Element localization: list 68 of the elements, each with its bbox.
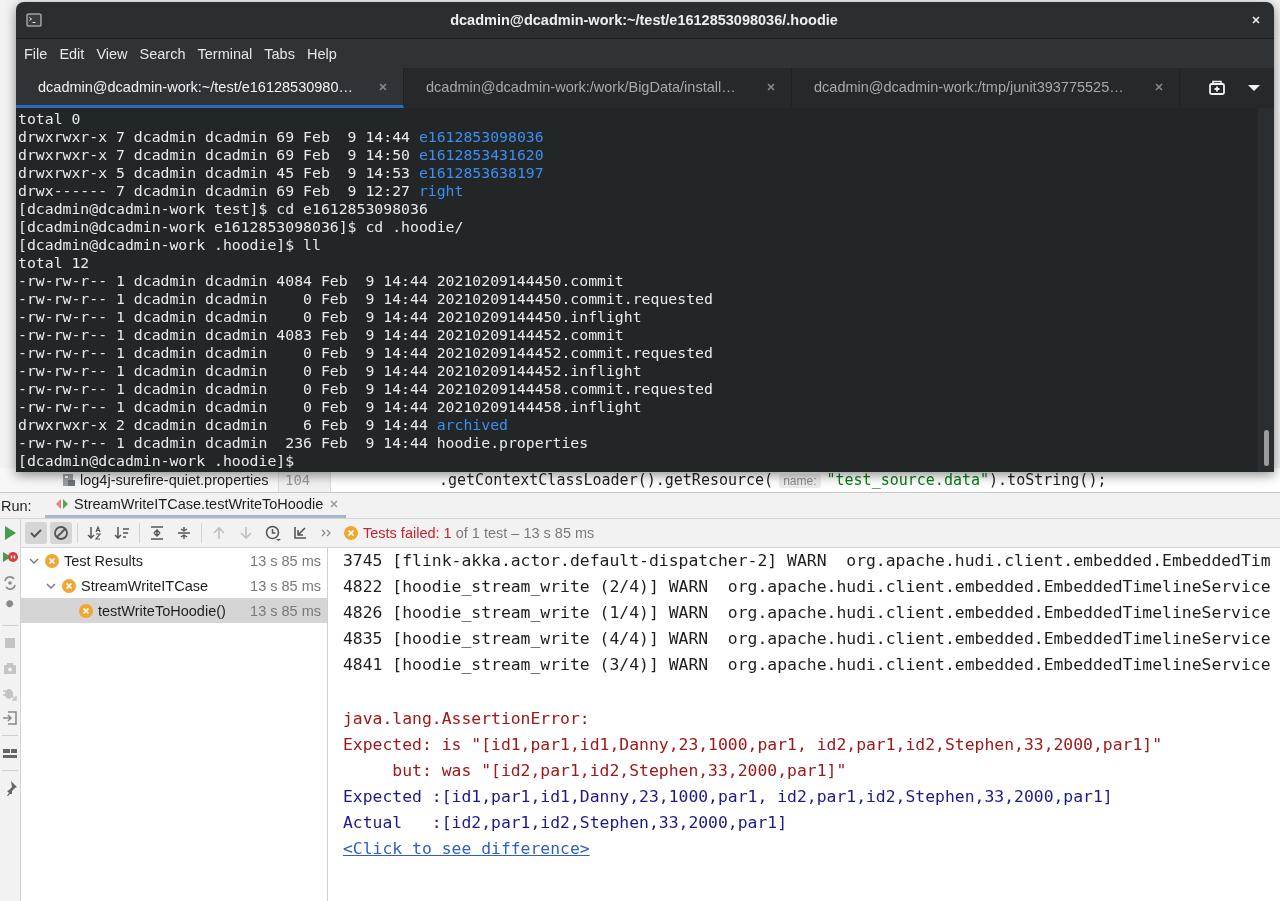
tree-row[interactable]: Test Results 13 s 85 ms [21,548,327,573]
dropdown-icon[interactable] [1248,84,1260,92]
comparison-line: Expected :[id1,par1,id1,Danny,23,1000,par1, id2,par1,id2,Stephen,33,2000,par1] [343,786,1113,808]
terminal-line: [dcadmin@dcadmin-work .hoodie]$ [18,452,295,470]
terminal-line: -rw-rw-r-- 1 dcadmin dcadmin 0 Feb 9 14:44 20210209144452.commit.requested [18,344,713,362]
import-icon[interactable] [2,710,18,726]
terminal-line: -rw-rw-r-- 1 dcadmin dcadmin 0 Feb 9 14:44 20210209144450.commit.requested [18,290,713,308]
console-line: 4822 [hoodie_stream_write (2/4)] WARN org.apache.hudi.client.embedded.EmbeddedTimelineService [343,576,1271,598]
expand-all-icon[interactable] [149,525,165,541]
sort-duration-icon[interactable] [114,525,130,541]
terminal-line: -rw-rw-r-- 1 dcadmin dcadmin 236 Feb 9 14:44 hoodie.properties [18,434,589,452]
sort-alpha-icon[interactable] [87,525,103,541]
run-tab[interactable]: StreamWriteITCase.testWriteToHoodie [45,493,347,518]
terminal-line: drwx------ 7 dcadmin dcadmin 69 Feb 9 12:27 right [18,182,464,200]
close-icon[interactable] [1250,14,1262,26]
terminal-line: total 0 [18,110,81,128]
console-line: 4835 [hoodie_stream_write (4/4)] WARN org.apache.hudi.client.embedded.EmbeddedTimelineService [343,628,1271,650]
terminal-line: drwxrwxr-x 7 dcadmin dcadmin 69 Feb 9 14:50 e1612853431620 [18,146,544,164]
export-arrow-icon[interactable] [292,525,308,541]
terminal-line: [dcadmin@dcadmin-work .hoodie]$ ll [18,236,321,254]
terminal-line: drwxrwxr-x 5 dcadmin dcadmin 45 Feb 9 14:53 e1612853638197 [18,164,544,182]
error-line: but: was "[id2,par1,id2,Stephen,33,2000,par1]" [391,760,847,782]
toggle-auto-test-icon[interactable] [2,575,18,591]
console-line: 3745 [flink-akka.actor.default-dispatcher-2] WARN org.apache.hudi.client.embedded.EmbeddedTim [343,550,1271,572]
test-status: Tests failed: 1 of 1 test – 13 s 85 ms [363,525,595,541]
error-line: java.lang.AssertionError: [343,708,590,730]
terminal-line: -rw-rw-r-- 1 dcadmin dcadmin 0 Feb 9 14:44 20210209144458.commit.requested [18,380,713,398]
menu-item[interactable]: Tabs [259,45,300,62]
duration-label: 13 s 85 ms [250,602,321,619]
menu-item[interactable]: View [91,45,133,62]
terminal-line: -rw-rw-r-- 1 dcadmin dcadmin 0 Feb 9 14:44 20210209144458.inflight [18,398,642,416]
menu-item[interactable]: Terminal [192,45,258,62]
run-config-icon [55,498,69,510]
scrollbar-thumb[interactable] [1263,430,1269,466]
console-line: 4841 [hoodie_stream_write (3/4)] WARN org.apache.hudi.client.embedded.EmbeddedTimelineService [343,654,1271,676]
menu-item[interactable]: Search [134,45,191,62]
run-label: Run: [1,497,32,514]
run-icon[interactable] [2,525,18,541]
menu-item[interactable]: Help [301,45,342,62]
duration-label: 13 s 85 ms [250,577,321,594]
terminal-line: -rw-rw-r-- 1 dcadmin dcadmin 0 Feb 9 14:44 20210209144452.inflight [18,362,642,380]
new-tab-icon[interactable] [1208,80,1226,96]
line-number: 104 [285,472,311,488]
terminal-line: -rw-rw-r-- 1 dcadmin dcadmin 4084 Feb 9 14:44 20210209144450.commit [18,272,624,290]
terminal-line: drwxrwxr-x 7 dcadmin dcadmin 69 Feb 9 14:44 e1612853098036 [18,128,544,146]
terminal-line: drwxrwxr-x 2 dcadmin dcadmin 6 Feb 9 14:44 archived [18,416,508,434]
duration-label: 13 s 85 ms [250,552,321,569]
comparison-line: Actual :[id2,par1,id2,Stephen,33,2000,par1] [343,812,788,834]
terminal-line: [dcadmin@dcadmin-work test]$ cd e1612853098036 [18,200,428,218]
difference-link[interactable]: <Click to see difference> [343,836,590,862]
tree-row[interactable]: StreamWriteITCase 13 s 85 ms [21,573,327,598]
terminal-line: [dcadmin@dcadmin-work e1612853098036]$ cd .hoodie/ [18,218,464,236]
collapse-all-icon[interactable] [176,525,192,541]
menu-item[interactable]: Edit [54,45,90,62]
properties-file-icon [62,473,76,487]
error-line: Expected: is "[id1,par1,id1,Danny,23,1000,par1, id2,par1,id2,Stephen,33,2000,par1]" [343,734,1163,756]
failed-icon [344,526,358,540]
history-icon[interactable] [265,525,281,541]
window-title: dcadmin@dcadmin-work:~/test/e1612853098036/.hoodie [450,12,838,28]
terminal-line: total 12 [18,254,90,272]
terminal-line: -rw-rw-r-- 1 dcadmin dcadmin 0 Feb 9 14:44 20210209144450.inflight [18,308,642,326]
terminal-tab[interactable]: dcadmin@dcadmin-work:~/test/e16128530980… [16,68,404,108]
terminal-line: -rw-rw-r-- 1 dcadmin dcadmin 4083 Feb 9 14:44 20210209144452.commit [18,326,624,344]
terminal-icon [26,13,42,27]
code-line: .getContextClassLoader().getResource( name: "test_source.data").toString(); [439,471,1107,489]
menu-item[interactable]: File [19,45,53,62]
console-line: 4826 [hoodie_stream_write (1/4)] WARN org.apache.hudi.client.embedded.EmbeddedTimelineService [343,602,1271,624]
tree-row[interactable]: testWriteToHoodie() 13 s 85 ms [21,598,327,623]
